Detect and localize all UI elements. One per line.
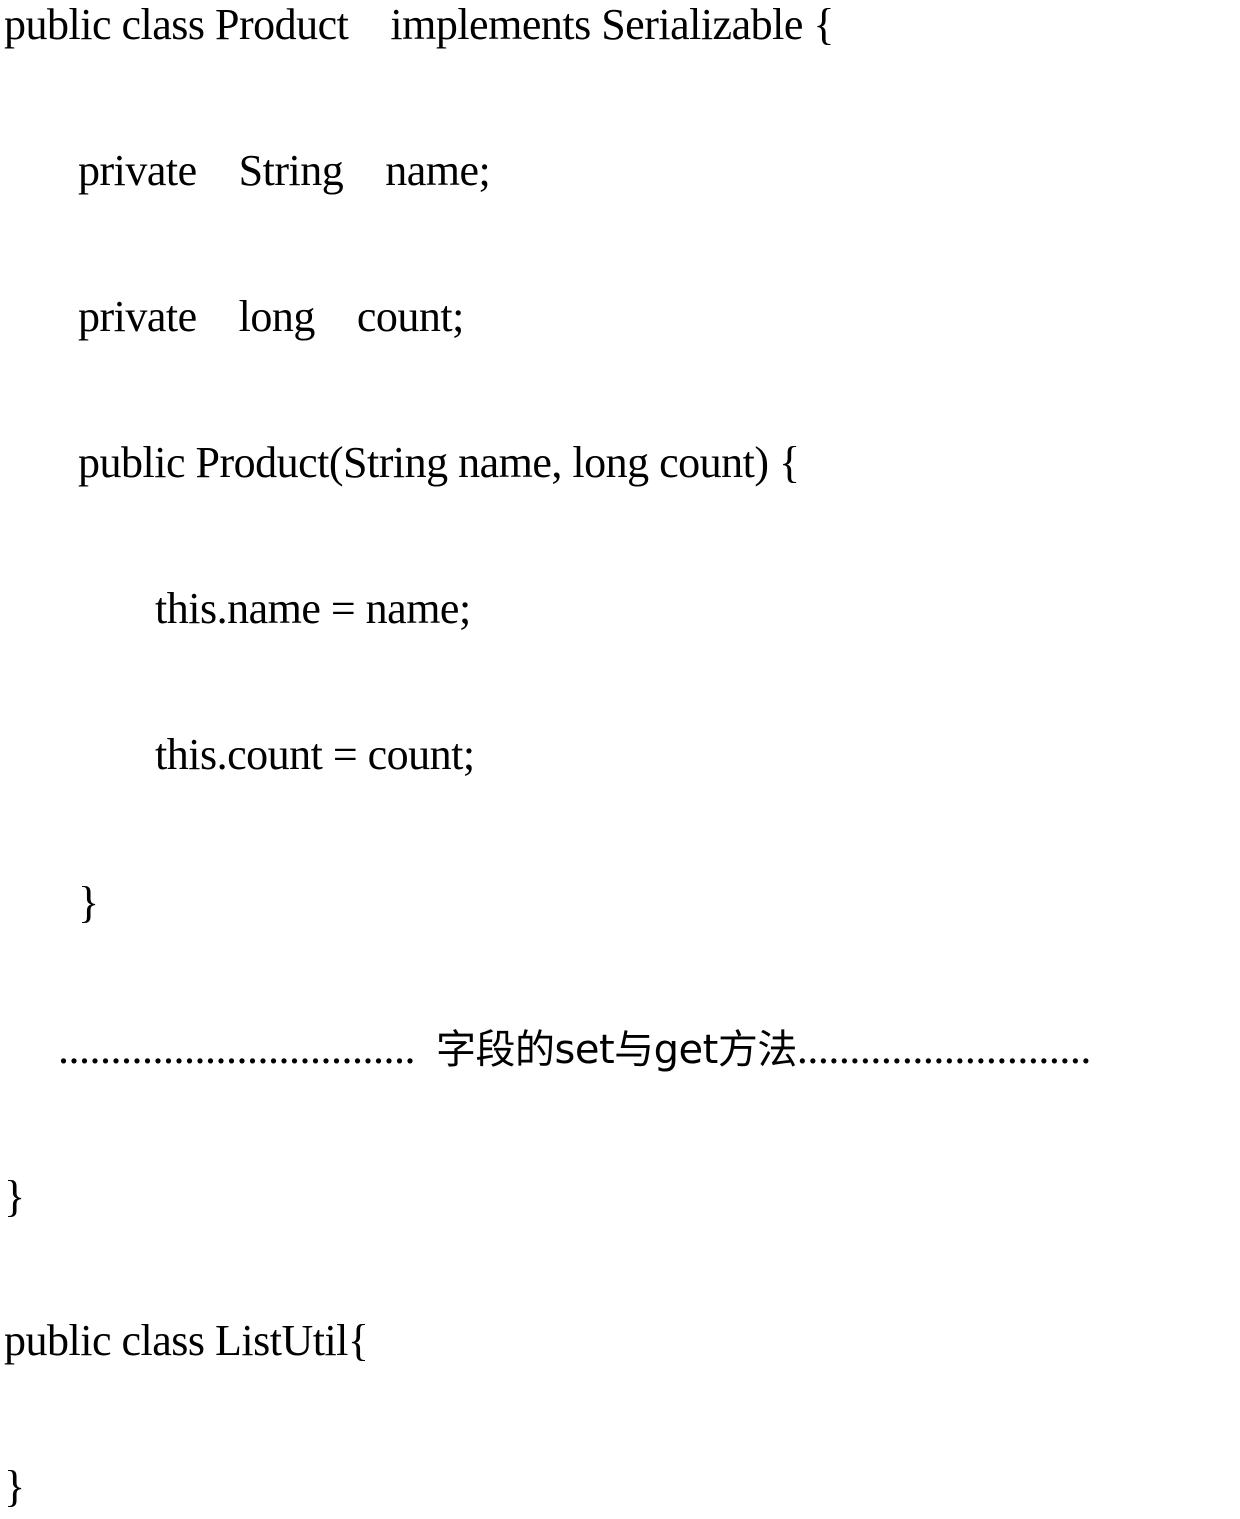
product-class-closing-brace: } — [4, 1172, 25, 1221]
constructor-declaration: public Product(String name, long count) … — [78, 438, 800, 487]
assign-count-statement: this.count = count; — [155, 730, 475, 779]
leading-dots: .................................. — [58, 1024, 416, 1073]
name-field-declaration: private String name; — [78, 146, 491, 195]
comment-text: 字段的set与get方法 — [436, 1027, 797, 1073]
assign-name-statement: this.name = name; — [155, 584, 471, 633]
trailing-dots: ............................ — [796, 1024, 1092, 1073]
count-field-declaration: private long count; — [78, 292, 464, 341]
listutil-class-closing-brace: } — [4, 1462, 25, 1511]
getter-setter-comment: .................................. 字段的se… — [58, 1024, 1091, 1075]
product-class-declaration: public class Product implements Serializ… — [4, 0, 834, 49]
constructor-closing-brace: } — [78, 878, 99, 927]
listutil-class-declaration: public class ListUtil{ — [4, 1316, 369, 1365]
